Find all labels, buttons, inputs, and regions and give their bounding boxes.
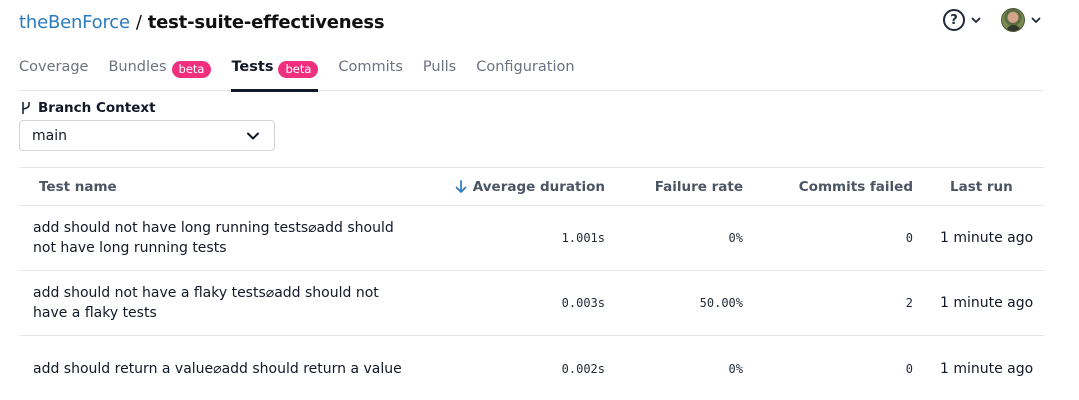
user-menu[interactable] bbox=[1001, 8, 1041, 32]
header-last-run[interactable]: Last run bbox=[913, 168, 1044, 206]
tab-commits[interactable]: Commits bbox=[338, 56, 403, 91]
git-branch-icon bbox=[22, 102, 30, 114]
top-right-controls: ? bbox=[943, 8, 1041, 32]
tab-pulls[interactable]: Pulls bbox=[423, 56, 456, 91]
commits-failed-cell: 0 bbox=[905, 361, 913, 376]
help-icon: ? bbox=[943, 9, 965, 31]
header-average-duration[interactable]: Average duration bbox=[409, 168, 605, 206]
org-link[interactable]: theBenForce bbox=[19, 12, 130, 33]
tests-table: Test name Average duration Failure rate … bbox=[19, 167, 1044, 400]
beta-badge: beta bbox=[278, 61, 319, 78]
header-test-name[interactable]: Test name bbox=[19, 168, 409, 206]
tab-tests[interactable]: Tests beta bbox=[231, 56, 319, 92]
test-name-cell: add should not have a flaky tests⌀add sh… bbox=[33, 285, 379, 321]
duration-cell: 0.003s bbox=[561, 296, 605, 310]
table-row: add should not have long running tests⌀a… bbox=[19, 206, 1044, 271]
tab-configuration[interactable]: Configuration bbox=[476, 56, 574, 91]
breadcrumb: theBenForce / test-suite-effectiveness bbox=[19, 9, 385, 35]
tab-bundles[interactable]: Bundles beta bbox=[108, 56, 212, 91]
table-row: add should return a value⌀add should ret… bbox=[19, 336, 1044, 400]
commits-failed-cell: 0 bbox=[905, 231, 913, 245]
tab-label: Pulls bbox=[422, 59, 457, 75]
header-commits-failed[interactable]: Commits failed bbox=[743, 168, 913, 206]
repo-tabs: Coverage Bundles beta Tests beta Commits P… bbox=[19, 56, 1043, 92]
chevron-down-icon bbox=[247, 132, 259, 139]
chevron-down-icon bbox=[1031, 17, 1041, 23]
test-name-cell: add should not have long running tests⌀a… bbox=[33, 220, 394, 256]
header-average-duration-label: Average duration bbox=[472, 178, 605, 195]
branch-context-label: Branch Context bbox=[20, 100, 156, 116]
chevron-down-icon bbox=[971, 17, 981, 23]
failure-rate-cell: 50.00% bbox=[699, 296, 743, 310]
table-header: Test name Average duration Failure rate … bbox=[19, 168, 1044, 206]
repo-title[interactable]: test-suite-effectiveness bbox=[148, 12, 385, 33]
beta-badge: beta bbox=[171, 61, 212, 78]
tab-label: Coverage bbox=[19, 59, 89, 75]
commits-failed-cell: 2 bbox=[905, 296, 913, 310]
branch-select[interactable]: main bbox=[19, 120, 275, 151]
last-run-cell: 1 minute ago bbox=[940, 360, 1034, 377]
failure-rate-cell: 0% bbox=[728, 231, 743, 245]
failure-rate-cell: 0% bbox=[728, 361, 743, 376]
help-menu[interactable]: ? bbox=[943, 9, 981, 31]
test-name-cell: add should return a value⌀add should ret… bbox=[33, 360, 402, 377]
tab-label: Commits bbox=[338, 59, 403, 75]
table-row: add should not have a flaky tests⌀add sh… bbox=[19, 271, 1044, 336]
last-run-cell: 1 minute ago bbox=[940, 295, 1034, 311]
tab-label: Configuration bbox=[476, 59, 575, 75]
duration-cell: 0.002s bbox=[561, 361, 605, 376]
branch-context-text: Branch Context bbox=[38, 100, 156, 116]
tab-coverage[interactable]: Coverage bbox=[19, 56, 88, 91]
duration-cell: 1.001s bbox=[561, 231, 605, 245]
last-run-cell: 1 minute ago bbox=[940, 230, 1034, 246]
avatar bbox=[1001, 8, 1025, 32]
tab-label: Bundles bbox=[108, 59, 167, 75]
header-failure-rate[interactable]: Failure rate bbox=[605, 168, 743, 206]
tab-label: Tests bbox=[231, 59, 274, 75]
branch-select-value: main bbox=[32, 127, 67, 144]
sort-descending-icon bbox=[455, 179, 467, 193]
breadcrumb-separator: / bbox=[135, 11, 142, 33]
